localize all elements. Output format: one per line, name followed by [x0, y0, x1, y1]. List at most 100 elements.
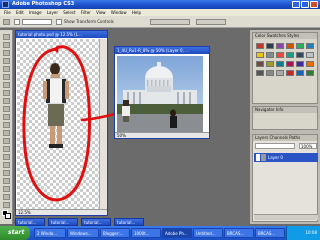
layers-panel-tabs[interactable]: Layers Channels Paths	[253, 135, 317, 141]
swatch[interactable]	[266, 70, 274, 76]
swatch[interactable]	[256, 52, 264, 58]
menu-help[interactable]: Help	[132, 9, 141, 16]
capitol-document-title[interactable]: 1_4U_Ru1-R_8% @ 50% (Layer 0, ...	[115, 47, 209, 54]
eye-icon[interactable]	[256, 154, 260, 161]
minimized-doc-3[interactable]: tutorial...	[81, 218, 111, 226]
maximize-button[interactable]	[301, 1, 309, 8]
clock: 10:08	[305, 230, 317, 235]
cutout-status-bar: 12.5%	[16, 209, 107, 215]
menu-window[interactable]: Window	[111, 9, 127, 16]
swatch[interactable]	[276, 43, 284, 49]
slice-tool[interactable]	[3, 74, 10, 80]
close-button[interactable]	[310, 1, 318, 8]
taskbar-item[interactable]: 2 Windo...	[34, 228, 66, 238]
windows-taskbar: start 2 Windo... Windows... Blogger:... …	[0, 226, 320, 240]
history-brush-tool[interactable]	[3, 106, 10, 112]
taskbar-item[interactable]: 1000t...	[131, 228, 161, 238]
swatch[interactable]	[276, 52, 284, 58]
cutout-document-title[interactable]: tutorial photo.psd @ 12.5% (L...	[16, 31, 107, 38]
swatch[interactable]	[296, 52, 304, 58]
swatch[interactable]	[296, 61, 304, 67]
dodge-tool[interactable]	[3, 138, 10, 144]
taskbar-item[interactable]: Blogger:...	[100, 228, 130, 238]
swatch[interactable]	[306, 43, 314, 49]
capitol-document-window[interactable]: 1_4U_Ru1-R_8% @ 50% (Layer 0, ... 50%	[114, 46, 210, 139]
menu-edit[interactable]: Edit	[16, 9, 24, 16]
navigator-panel-tabs[interactable]: Navigator Info	[253, 107, 317, 113]
minimized-doc-2[interactable]: tutorial...	[48, 218, 78, 226]
swatch[interactable]	[266, 43, 274, 49]
swatch[interactable]	[286, 70, 294, 76]
transform-checkbox[interactable]	[56, 19, 62, 25]
opacity-field[interactable]: 100%	[299, 143, 317, 149]
taskbar-item[interactable]: Untitled...	[193, 228, 223, 238]
taskbar-item[interactable]: BRCAS...	[255, 228, 285, 238]
distribute-buttons-group[interactable]	[196, 19, 226, 25]
swatch[interactable]	[276, 61, 284, 67]
minimized-doc-1[interactable]: tutorial...	[15, 218, 45, 226]
shape-tool[interactable]	[3, 170, 10, 176]
menu-layer[interactable]: Layer	[47, 9, 58, 16]
move-tool[interactable]	[3, 34, 10, 40]
background-color-swatch[interactable]	[5, 213, 11, 219]
healing-tool[interactable]	[3, 82, 10, 88]
capitol-photo-image	[117, 56, 203, 132]
stamp-tool[interactable]	[3, 98, 10, 104]
menu-file[interactable]: File	[4, 9, 11, 16]
cutout-zoom-readout: 12.5%	[18, 210, 31, 215]
swatch[interactable]	[286, 61, 294, 67]
menu-view[interactable]: View	[96, 9, 106, 16]
layers-panel-footer	[254, 214, 318, 220]
swatch[interactable]	[256, 61, 264, 67]
menu-image[interactable]: Image	[29, 9, 42, 16]
minimize-button[interactable]	[292, 1, 300, 8]
taskbar-item[interactable]: Windows...	[67, 228, 99, 238]
auto-select-checkbox[interactable]	[14, 19, 20, 25]
system-tray: 10:08	[286, 226, 320, 240]
swatch[interactable]	[256, 70, 264, 76]
capitol-zoom-readout: 50%	[117, 133, 126, 138]
swatch[interactable]	[266, 61, 274, 67]
hand-tool[interactable]	[3, 194, 10, 200]
lasso-tool[interactable]	[3, 50, 10, 56]
pen-tool[interactable]	[3, 146, 10, 152]
marquee-tool[interactable]	[3, 42, 10, 48]
menu-select[interactable]: Select	[63, 9, 75, 16]
taskbar-item[interactable]: BRCAS...	[224, 228, 254, 238]
minimized-doc-4[interactable]: tutorial...	[114, 218, 144, 226]
auto-select-dropdown[interactable]	[22, 19, 52, 25]
menu-filter[interactable]: Filter	[81, 9, 91, 16]
zoom-tool[interactable]	[3, 202, 10, 208]
swatch[interactable]	[306, 70, 314, 76]
start-button[interactable]: start	[0, 226, 30, 240]
swatch[interactable]	[306, 61, 314, 67]
crop-tool[interactable]	[3, 66, 10, 72]
options-bar: Show Transform Controls	[0, 16, 320, 28]
swatch[interactable]	[256, 43, 264, 49]
desktop-screen: Adobe Photoshop CS3 File Edit Image Laye…	[0, 0, 320, 240]
swatch[interactable]	[296, 70, 304, 76]
swatch[interactable]	[306, 52, 314, 58]
blend-mode-dropdown[interactable]	[255, 143, 295, 149]
notes-tool[interactable]	[3, 178, 10, 184]
swatch[interactable]	[276, 70, 284, 76]
swatch[interactable]	[286, 52, 294, 58]
type-tool[interactable]	[3, 154, 10, 160]
blur-tool[interactable]	[3, 130, 10, 136]
toolbox	[0, 30, 13, 224]
eyedropper-tool[interactable]	[3, 186, 10, 192]
magic-wand-tool[interactable]	[3, 58, 10, 64]
swatch[interactable]	[296, 43, 304, 49]
navigator-panel: Navigator Info	[252, 106, 318, 130]
move-tool-icon[interactable]	[3, 19, 10, 25]
swatch[interactable]	[266, 52, 274, 58]
brush-tool[interactable]	[3, 90, 10, 96]
path-selection-tool[interactable]	[3, 162, 10, 168]
swatch[interactable]	[286, 43, 294, 49]
taskbar-item-active[interactable]: Adobe Ph...	[162, 228, 192, 238]
eraser-tool[interactable]	[3, 114, 10, 120]
gradient-tool[interactable]	[3, 122, 10, 128]
menu-bar: File Edit Image Layer Select Filter View…	[0, 9, 320, 16]
color-panel-tabs[interactable]: Color Swatches Styles	[253, 33, 317, 39]
align-buttons-group[interactable]	[150, 19, 190, 25]
